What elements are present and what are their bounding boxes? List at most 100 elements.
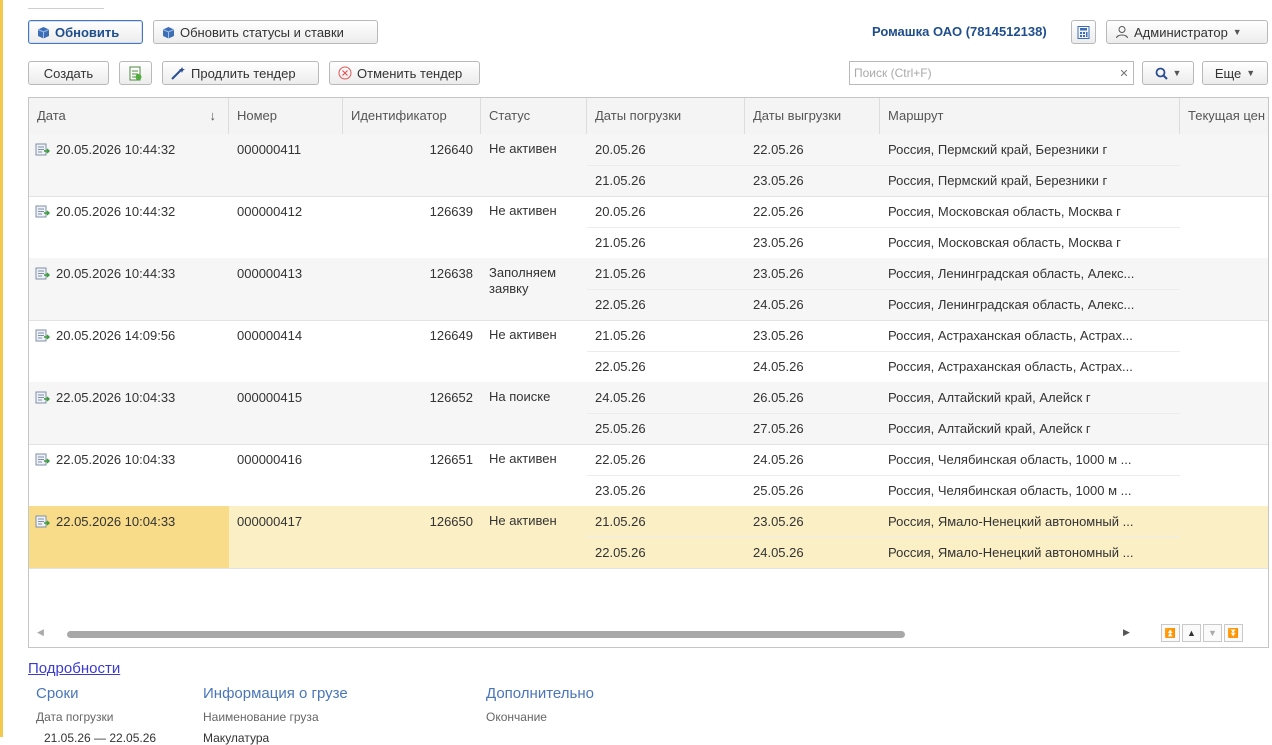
load-date-cell: 21.05.26: [595, 235, 646, 250]
calculator-icon: [1077, 25, 1090, 39]
header-label: Номер: [237, 108, 278, 123]
column-header-unload-dates[interactable]: Даты выгрузки: [745, 98, 880, 134]
document-status-icon: [35, 391, 50, 404]
load-date-cell: 25.05.26: [595, 421, 646, 436]
number-cell: 000000414: [237, 328, 303, 343]
unload-date-cell: 24.05.26: [753, 297, 804, 312]
identifier-cell: 126649: [429, 328, 473, 343]
identifier-cell: 126652: [429, 390, 473, 405]
user-menu-button[interactable]: Администратор ▼: [1106, 20, 1268, 44]
table-row[interactable]: 22.05.2026 10:04:33 000000416 126651 Не …: [29, 444, 1268, 507]
date-cell: 20.05.2026 10:44:32: [29, 196, 229, 227]
status-cell: Не активен: [489, 451, 557, 466]
route-cell: Россия, Ленинградская область, Алекс...: [888, 266, 1135, 281]
go-first-icon[interactable]: ⏫: [1161, 624, 1180, 642]
date-value: 22.05.2026 10:04:33: [56, 390, 176, 405]
identifier-cell: 126640: [429, 142, 473, 157]
load-date-cell: 24.05.26: [595, 390, 646, 405]
header-label: Даты выгрузки: [753, 108, 842, 123]
more-button[interactable]: Еще ▼: [1202, 61, 1268, 85]
column-header-load-dates[interactable]: Даты погрузки: [587, 98, 745, 134]
chevron-down-icon: ▼: [1172, 68, 1182, 78]
unload-date-cell: 23.05.26: [753, 266, 804, 281]
date-value: 20.05.2026 10:44:33: [56, 266, 176, 281]
extra-title: Дополнительно: [486, 685, 594, 702]
horizontal-scrollbar[interactable]: [67, 631, 905, 638]
refresh-statuses-button[interactable]: Обновить статусы и ставки: [153, 20, 378, 44]
route-cell: Россия, Алтайский край, Алейск г: [888, 390, 1091, 405]
date-cell: 22.05.2026 10:04:33: [29, 506, 229, 568]
status-cell: Не активен: [489, 141, 557, 156]
company-link[interactable]: Ромашка ОАО (7814512138): [872, 24, 1047, 39]
document-status-icon: [35, 143, 50, 156]
load-date-cell: 22.05.26: [595, 297, 646, 312]
status-cell: Не активен: [489, 327, 557, 342]
cancel-circle-icon: [338, 66, 352, 80]
document-status-icon: [35, 453, 50, 466]
load-date-cell: 21.05.26: [595, 514, 646, 529]
scroll-right-arrow[interactable]: ▶: [1123, 627, 1130, 638]
route-cell: Россия, Челябинская область, 1000 м ...: [888, 452, 1132, 467]
extend-tender-button[interactable]: Продлить тендер: [162, 61, 319, 85]
column-header-date[interactable]: Дата ↓: [29, 98, 229, 134]
search-button[interactable]: ▼: [1142, 61, 1194, 85]
status-cell: Заполняем заявку: [489, 265, 557, 296]
load-date-label: Дата погрузки: [36, 710, 114, 724]
table-row[interactable]: 20.05.2026 10:44:32 000000412 126639 Не …: [29, 196, 1268, 259]
refresh-label: Обновить: [55, 24, 120, 40]
number-cell: 000000417: [237, 514, 303, 529]
table-row-selected[interactable]: 22.05.2026 10:04:33 000000417 126650 Не …: [29, 506, 1268, 569]
scroll-left-arrow[interactable]: ◀: [37, 627, 44, 638]
header-label: Дата: [37, 108, 66, 123]
column-header-route[interactable]: Маршрут: [880, 98, 1180, 134]
header-label: Текущая цен: [1188, 108, 1266, 123]
load-date-cell: 21.05.26: [595, 173, 646, 188]
go-down-icon[interactable]: ▼: [1203, 624, 1222, 642]
route-cell: Россия, Челябинская область, 1000 м ...: [888, 483, 1132, 498]
load-date-cell: 20.05.26: [595, 204, 646, 219]
chevron-down-icon: ▼: [1246, 68, 1256, 78]
column-header-current-price[interactable]: Текущая цен: [1180, 98, 1268, 134]
column-header-status[interactable]: Статус: [481, 98, 587, 134]
create-button[interactable]: Создать: [28, 61, 109, 85]
column-header-number[interactable]: Номер: [229, 98, 343, 134]
route-cell: Россия, Московская область, Москва г: [888, 235, 1121, 250]
cancel-tender-button[interactable]: Отменить тендер: [329, 61, 480, 85]
calculator-button[interactable]: [1071, 20, 1096, 44]
tenders-table[interactable]: Дата ↓ Номер Идентификатор Статус Даты по…: [28, 97, 1269, 648]
unload-date-cell: 23.05.26: [753, 235, 804, 250]
unload-date-cell: 23.05.26: [753, 328, 804, 343]
route-cell: Россия, Ленинградская область, Алекс...: [888, 297, 1135, 312]
table-row[interactable]: 20.05.2026 14:09:56 000000414 126649 Не …: [29, 320, 1268, 383]
go-up-icon[interactable]: ▲: [1182, 624, 1201, 642]
clear-search-icon[interactable]: ✕: [1114, 61, 1134, 85]
column-header-identifier[interactable]: Идентификатор: [343, 98, 481, 134]
date-value: 22.05.2026 10:04:33: [56, 514, 176, 529]
unload-date-cell: 25.05.26: [753, 483, 804, 498]
refresh-button[interactable]: Обновить: [28, 20, 143, 44]
cargo-name-label: Наименование груза: [203, 710, 319, 724]
date-value: 20.05.2026 14:09:56: [56, 328, 176, 343]
unload-date-cell: 24.05.26: [753, 545, 804, 560]
date-value: 20.05.2026 10:44:32: [56, 204, 176, 219]
left-accent-bar: [0, 0, 3, 737]
route-cell: Россия, Ямало-Ненецкий автономный ...: [888, 545, 1134, 560]
unload-date-cell: 26.05.26: [753, 390, 804, 405]
table-row[interactable]: 20.05.2026 10:44:32 000000411 126640 Не …: [29, 134, 1268, 197]
table-row[interactable]: 22.05.2026 10:04:33 000000415 126652 На …: [29, 382, 1268, 445]
details-link[interactable]: Подробности: [28, 660, 120, 677]
route-cell: Россия, Ямало-Ненецкий автономный ...: [888, 514, 1134, 529]
table-row[interactable]: 20.05.2026 10:44:33 000000413 126638 Зап…: [29, 258, 1268, 321]
user-icon: [1116, 26, 1128, 39]
more-label: Еще: [1214, 65, 1242, 81]
go-last-icon[interactable]: ⏬: [1224, 624, 1243, 642]
document-status-icon: [35, 205, 50, 218]
route-cell: Россия, Астраханская область, Астрах...: [888, 359, 1133, 374]
search-input[interactable]: [849, 61, 1134, 85]
unload-date-cell: 24.05.26: [753, 452, 804, 467]
table-header: Дата ↓ Номер Идентификатор Статус Даты по…: [29, 98, 1268, 135]
route-cell: Россия, Пермский край, Березники г: [888, 173, 1108, 188]
header-label: Статус: [489, 108, 531, 123]
copy-doc-button[interactable]: [119, 61, 152, 85]
status-cell: На поиске: [489, 389, 551, 404]
